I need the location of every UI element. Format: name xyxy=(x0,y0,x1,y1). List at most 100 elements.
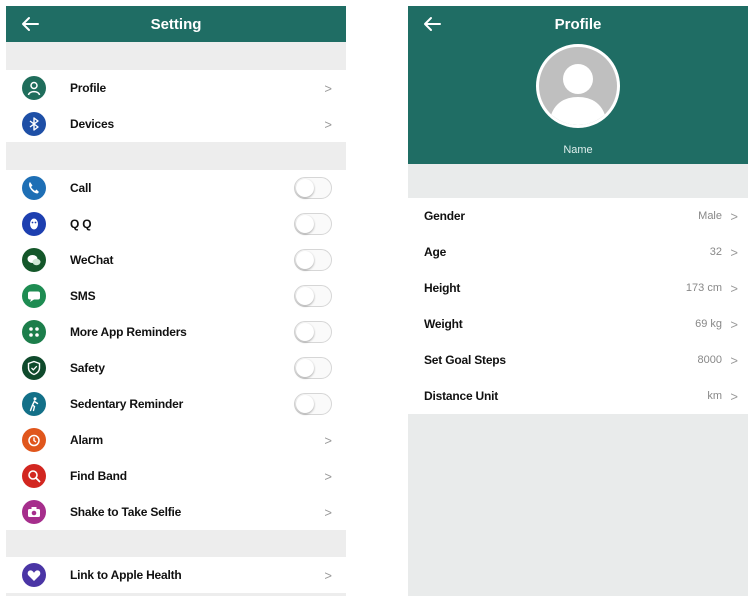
toggle-knob xyxy=(296,215,314,233)
settings-screen: Setting Profile > Devices > Call Q Q WeChat SMS… xyxy=(6,6,346,596)
profile-fields-list: Gender Male > Age 32 > Height 173 cm > Weight 69 k… xyxy=(408,198,748,414)
section-divider xyxy=(408,164,748,198)
toggle-knob xyxy=(296,251,314,269)
field-value: 32 xyxy=(709,246,722,258)
profile-screen: Profile Name Gender Male > Age 32 > Height 173 … xyxy=(408,6,748,596)
setting-label: Devices xyxy=(70,117,114,131)
section-divider xyxy=(6,42,346,70)
phone-icon xyxy=(22,176,46,200)
setting-row-shake-to-take-selfie[interactable]: Shake to Take Selfie > xyxy=(6,494,346,530)
chevron-right-icon: > xyxy=(730,208,738,224)
toggle-knob xyxy=(296,179,314,197)
setting-row-q-q[interactable]: Q Q xyxy=(6,206,346,242)
profile-row-height[interactable]: Height 173 cm > xyxy=(408,270,748,306)
chevron-right-icon: > xyxy=(324,116,332,132)
setting-label: Sedentary Reminder xyxy=(70,397,184,411)
toggle-switch[interactable] xyxy=(294,357,332,379)
qq-icon xyxy=(22,212,46,236)
back-arrow-icon[interactable] xyxy=(18,13,42,35)
setting-row-link-to-apple-health[interactable]: Link to Apple Health > xyxy=(6,557,346,593)
field-label: Age xyxy=(424,245,447,259)
chevron-right-icon: > xyxy=(324,567,332,583)
person-icon xyxy=(22,76,46,100)
field-label: Gender xyxy=(424,209,465,223)
avatar[interactable] xyxy=(536,44,620,128)
chevron-right-icon: > xyxy=(730,244,738,260)
chevron-right-icon: > xyxy=(730,388,738,404)
setting-label: Link to Apple Health xyxy=(70,568,182,582)
settings-list: Profile > Devices > Call Q Q WeChat SMS More App… xyxy=(6,42,346,593)
profile-row-distance-unit[interactable]: Distance Unit km > xyxy=(408,378,748,414)
setting-label: Call xyxy=(70,181,92,195)
page-title: Setting xyxy=(150,15,202,33)
toggle-switch[interactable] xyxy=(294,321,332,343)
setting-row-sms[interactable]: SMS xyxy=(6,278,346,314)
setting-label: WeChat xyxy=(70,253,114,267)
chevron-right-icon: > xyxy=(324,468,332,484)
setting-label: More App Reminders xyxy=(70,325,187,339)
setting-row-find-band[interactable]: Find Band > xyxy=(6,458,346,494)
setting-label: Q Q xyxy=(70,217,92,231)
toggle-knob xyxy=(296,323,314,341)
setting-row-wechat[interactable]: WeChat xyxy=(6,242,346,278)
search-icon xyxy=(22,464,46,488)
toggle-switch[interactable] xyxy=(294,177,332,199)
field-label: Distance Unit xyxy=(424,389,499,403)
field-value: 69 kg xyxy=(695,318,722,330)
chevron-right-icon: > xyxy=(324,504,332,520)
toggle-knob xyxy=(296,287,314,305)
wechat-icon xyxy=(22,248,46,272)
settings-header: Setting xyxy=(6,6,346,42)
bluetooth-icon xyxy=(22,112,46,136)
toggle-switch[interactable] xyxy=(294,213,332,235)
chevron-right-icon: > xyxy=(324,80,332,96)
setting-label: Safety xyxy=(70,361,105,375)
section-divider xyxy=(6,530,346,557)
alarm-icon xyxy=(22,428,46,452)
profile-title-bar: Profile xyxy=(408,6,748,42)
empty-area xyxy=(408,418,748,596)
setting-row-profile[interactable]: Profile > xyxy=(6,70,346,106)
profile-row-set-goal-steps[interactable]: Set Goal Steps 8000 > xyxy=(408,342,748,378)
chevron-right-icon: > xyxy=(730,280,738,296)
setting-label: Alarm xyxy=(70,433,104,447)
field-label: Set Goal Steps xyxy=(424,353,506,367)
setting-row-sedentary-reminder[interactable]: Sedentary Reminder xyxy=(6,386,346,422)
setting-label: Profile xyxy=(70,81,106,95)
avatar-name-label[interactable]: Name xyxy=(408,144,748,156)
field-label: Weight xyxy=(424,317,463,331)
field-value: 8000 xyxy=(697,354,722,366)
toggle-switch[interactable] xyxy=(294,285,332,307)
chevron-right-icon: > xyxy=(730,316,738,332)
heart-icon xyxy=(22,563,46,587)
field-value: km xyxy=(707,390,722,402)
toggle-switch[interactable] xyxy=(294,393,332,415)
shield-icon xyxy=(22,356,46,380)
person-silhouette-icon xyxy=(549,64,607,125)
setting-row-safety[interactable]: Safety xyxy=(6,350,346,386)
setting-row-call[interactable]: Call xyxy=(6,170,346,206)
profile-row-age[interactable]: Age 32 > xyxy=(408,234,748,270)
walking-icon xyxy=(22,392,46,416)
page-title: Profile xyxy=(554,15,602,33)
field-label: Height xyxy=(424,281,461,295)
setting-label: Shake to Take Selfie xyxy=(70,505,182,519)
setting-row-devices[interactable]: Devices > xyxy=(6,106,346,142)
section-divider xyxy=(6,142,346,170)
chevron-right-icon: > xyxy=(730,352,738,368)
profile-row-gender[interactable]: Gender Male > xyxy=(408,198,748,234)
setting-label: Find Band xyxy=(70,469,127,483)
toggle-knob xyxy=(296,395,314,413)
toggle-switch[interactable] xyxy=(294,249,332,271)
profile-header: Profile Name xyxy=(408,6,748,164)
setting-row-alarm[interactable]: Alarm > xyxy=(6,422,346,458)
setting-label: SMS xyxy=(70,289,96,303)
field-value: 173 cm xyxy=(685,282,722,294)
sms-icon xyxy=(22,284,46,308)
apps-icon xyxy=(22,320,46,344)
back-arrow-icon[interactable] xyxy=(420,13,444,35)
field-value: Male xyxy=(698,210,722,222)
setting-row-more-app-reminders[interactable]: More App Reminders xyxy=(6,314,346,350)
toggle-knob xyxy=(296,359,314,377)
profile-row-weight[interactable]: Weight 69 kg > xyxy=(408,306,748,342)
